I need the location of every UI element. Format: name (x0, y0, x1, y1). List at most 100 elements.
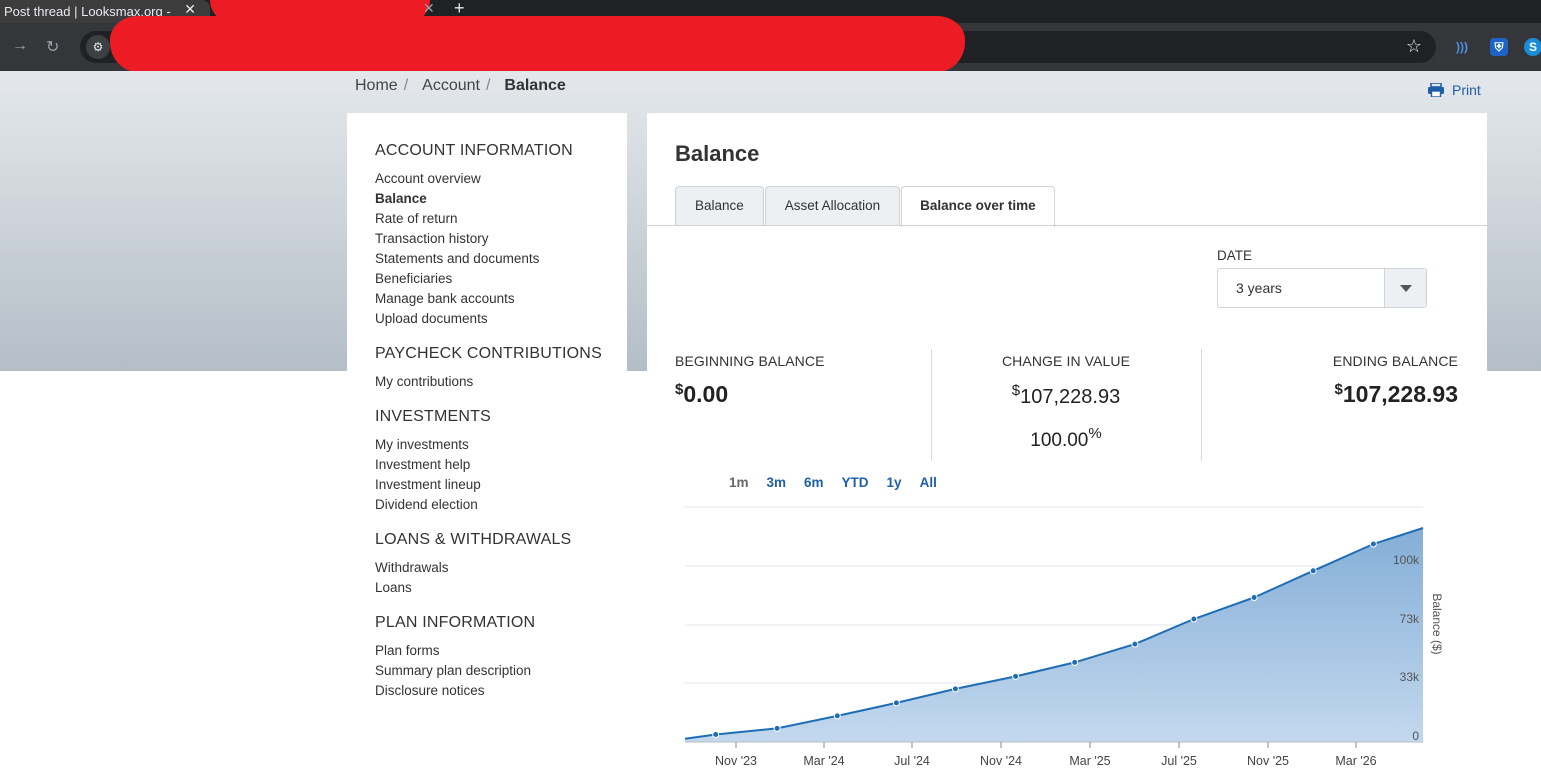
sidebar: ACCOUNT INFORMATION Account overview Balan… (347, 113, 627, 769)
breadcrumb-separator: / (403, 77, 409, 94)
data-point (1071, 658, 1079, 666)
main-panel: Balance Balance Asset Allocation Balance o… (647, 113, 1487, 769)
forward-icon[interactable]: → (12, 37, 28, 55)
range-button[interactable]: YTD (842, 475, 869, 490)
printer-icon (1428, 83, 1444, 97)
data-point (1131, 640, 1139, 648)
range-button[interactable]: 3m (767, 475, 787, 490)
x-tick-label: Nov '25 (1247, 754, 1289, 768)
balance-chart: 0 33k 73k 100k Balance ($) Nov '23 Mar '24 Jul … (684, 506, 1444, 768)
change-in-value-percent: 100.00% (1030, 425, 1102, 451)
sidebar-item[interactable]: Withdrawals (375, 558, 627, 578)
sidebar-item[interactable]: Loans (375, 578, 627, 598)
reload-icon[interactable]: ↻ (46, 37, 59, 57)
beginning-balance: BEGINNING BALANCE (675, 353, 825, 369)
x-tick-label: Nov '23 (715, 754, 757, 768)
range-button[interactable]: 1m (729, 475, 749, 490)
breadcrumb-account[interactable]: Account (422, 77, 480, 95)
sidebar-item[interactable]: Beneficiaries (375, 269, 627, 289)
sidebar-item[interactable]: Plan forms (375, 641, 627, 661)
tab[interactable]: Balance (675, 186, 764, 226)
sidebar-section: PLAN INFORMATION Plan forms Summary plan d… (375, 614, 627, 701)
data-point (1250, 594, 1258, 601)
range-selector: 1m 3m 6m YTD 1y All (729, 475, 955, 490)
range-button[interactable]: 1y (887, 475, 902, 490)
x-tick-label: Nov '24 (980, 754, 1022, 768)
ending-balance: ENDING BALANCE (1201, 353, 1458, 369)
data-point (1190, 615, 1198, 623)
sidebar-heading: INVESTMENTS (375, 408, 491, 425)
ending-balance-label: ENDING BALANCE (1332, 353, 1458, 369)
print-label: Print (1452, 82, 1481, 98)
x-tick-label: Mar '24 (803, 754, 844, 768)
x-tick-label: Jul '25 (1161, 754, 1197, 768)
y-tick-label: 73k (1400, 612, 1420, 626)
sidebar-item[interactable]: Statements and documents (375, 249, 627, 269)
extension-icon[interactable]: ))) (1453, 38, 1471, 56)
sidebar-section: LOANS & WITHDRAWALS Withdrawals Loans (375, 531, 627, 598)
sidebar-item[interactable]: Disclosure notices (375, 681, 627, 701)
data-point (892, 699, 900, 707)
data-point (951, 685, 959, 693)
tab[interactable]: Balance over time (901, 186, 1055, 227)
currency-sign: $ (1334, 381, 1343, 398)
data-point (1309, 567, 1317, 575)
breadcrumb-current: Balance (504, 77, 566, 94)
range-button[interactable]: All (920, 475, 937, 490)
sidebar-section: ACCOUNT INFORMATION Account overview Balan… (375, 142, 627, 329)
chevron-down-icon[interactable] (1384, 269, 1426, 307)
sidebar-item[interactable]: Balance (375, 189, 627, 209)
currency-sign: $ (1011, 382, 1021, 399)
sidebar-item[interactable]: My contributions (375, 372, 627, 392)
breadcrumb: Home / Account / Balance (355, 77, 572, 95)
sidebar-item[interactable]: Rate of return (375, 209, 627, 229)
page-title: Balance (675, 141, 760, 166)
extension-shield-icon[interactable]: ⛨ (1490, 38, 1508, 56)
sidebar-item[interactable]: Account overview (375, 169, 627, 189)
tab-close-icon[interactable]: ✕ (423, 0, 435, 17)
data-point (1012, 672, 1020, 680)
sidebar-item[interactable]: Upload documents (375, 309, 627, 329)
change-in-value: CHANGE IN VALUE (931, 353, 1201, 369)
redaction-mark (110, 16, 965, 72)
sidebar-heading: LOANS & WITHDRAWALS (375, 531, 572, 548)
sidebar-heading: PAYCHECK CONTRIBUTIONS (375, 345, 602, 362)
date-label: DATE (1217, 248, 1253, 263)
sidebar-item[interactable]: Dividend election (375, 495, 627, 515)
percent-sign: % (1088, 425, 1102, 442)
x-tick-label: Jul '24 (894, 754, 930, 768)
y-tick-label: 100k (1393, 553, 1420, 567)
tab-bar-divider (647, 225, 1487, 226)
date-select[interactable]: 3 years (1217, 268, 1427, 308)
tab-bar: Balance Asset Allocation Balance over time (675, 186, 1056, 227)
sidebar-heading: ACCOUNT INFORMATION (375, 142, 573, 159)
change-in-value-label: CHANGE IN VALUE (1001, 353, 1131, 369)
data-point (1369, 540, 1377, 548)
bookmark-star-icon[interactable]: ☆ (1406, 36, 1422, 57)
sidebar-heading: PLAN INFORMATION (375, 614, 536, 631)
sidebar-item[interactable]: Investment lineup (375, 475, 627, 495)
change-in-value-amount: $107,228.93 (1011, 382, 1121, 408)
sidebar-item[interactable]: My investments (375, 435, 627, 455)
sidebar-item[interactable]: Investment help (375, 455, 627, 475)
sidebar-section: INVESTMENTS My investments Investment help… (375, 408, 627, 515)
browser-toolbar: → ↻ ⚙ ☆ ))) ⛨ S (0, 16, 1541, 72)
range-button[interactable]: 6m (804, 475, 824, 490)
sidebar-item[interactable]: Transaction history (375, 229, 627, 249)
print-button[interactable]: Print (1428, 82, 1481, 98)
data-point (773, 724, 781, 732)
sidebar-section: PAYCHECK CONTRIBUTIONS My contributions (375, 345, 627, 392)
sidebar-item[interactable]: Summary plan description (375, 661, 627, 681)
extension-shazam-icon[interactable]: S (1524, 38, 1541, 56)
beginning-balance-label: BEGINNING BALANCE (675, 353, 825, 369)
site-settings-icon[interactable]: ⚙ (86, 35, 110, 59)
tab[interactable]: Asset Allocation (764, 186, 901, 226)
ending-balance-value: $107,228.93 (1334, 381, 1458, 407)
x-tick-label: Mar '25 (1069, 754, 1110, 768)
breadcrumb-home[interactable]: Home (355, 77, 398, 95)
y-tick-label: 33k (1400, 670, 1420, 684)
data-point (712, 731, 720, 738)
data-point (833, 712, 841, 720)
breadcrumb-separator: / (485, 77, 491, 94)
sidebar-item[interactable]: Manage bank accounts (375, 289, 627, 309)
